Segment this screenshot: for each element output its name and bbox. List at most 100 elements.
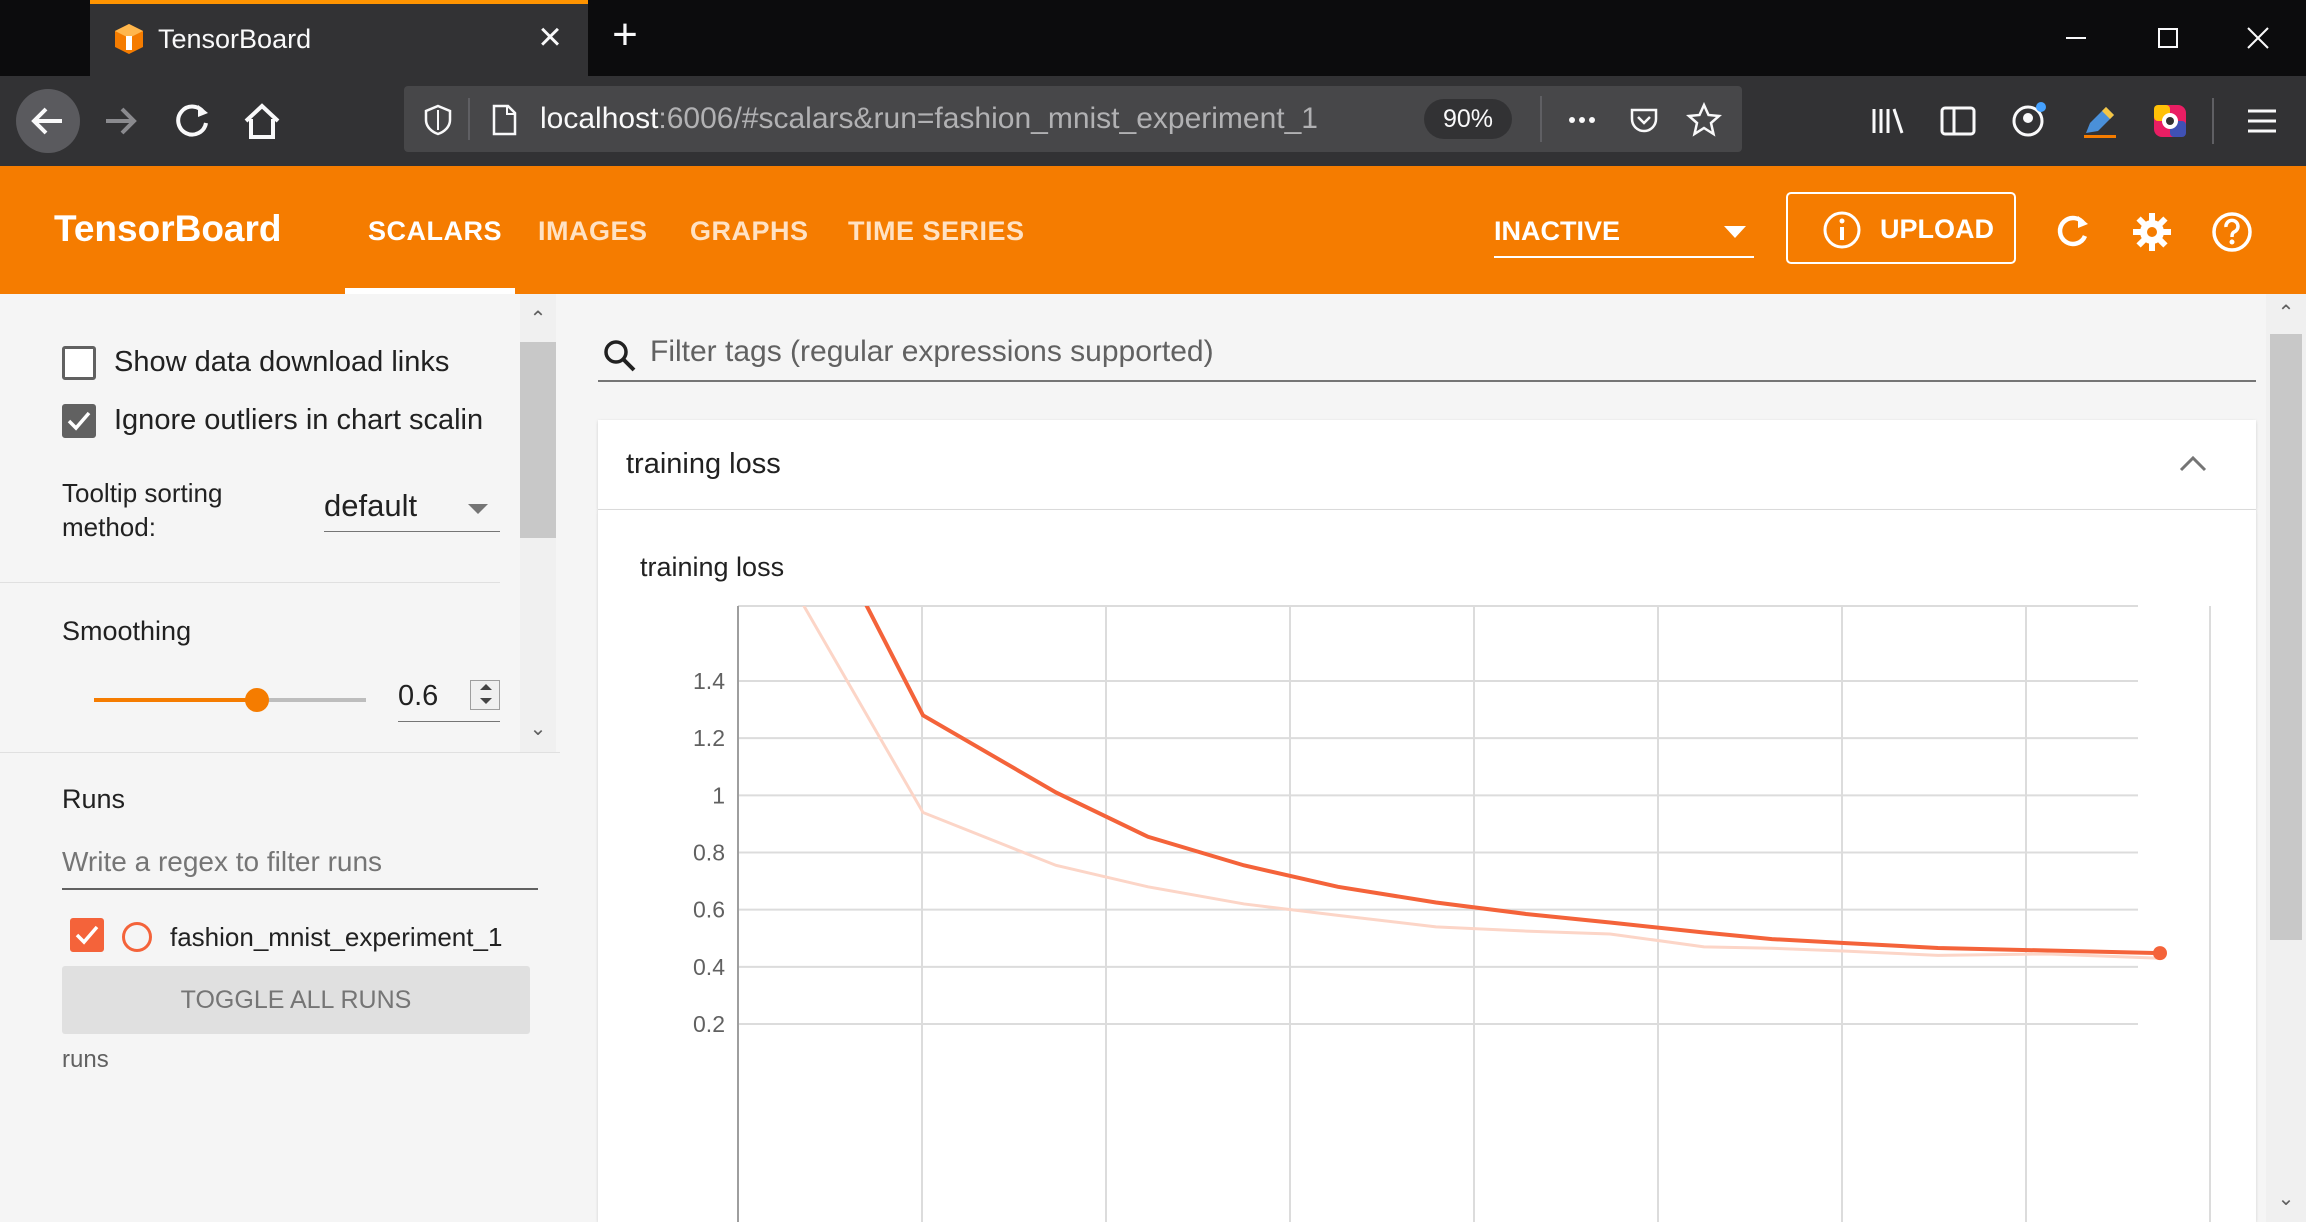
y-tick-label: 0.6 [693, 897, 725, 923]
smoothing-slider-knob[interactable] [245, 688, 270, 712]
url-bar[interactable]: localhost:6006/#scalars&run=fashion_mnis… [404, 86, 1742, 152]
runs-divider [0, 752, 560, 753]
toggle-all-runs-label: TOGGLE ALL RUNS [180, 986, 412, 1014]
series-line-raw [802, 606, 2161, 960]
window-maximize-icon[interactable] [2148, 18, 2188, 58]
show-download-links-label[interactable]: Show data download links [114, 346, 449, 379]
search-icon [604, 340, 636, 372]
main-content: training loss training loss 0.20.40.60.8… [560, 294, 2306, 1222]
reload-icon[interactable] [164, 93, 220, 149]
main-scroll-up-icon[interactable]: ⌃ [2276, 303, 2296, 323]
zoom-level-badge[interactable]: 90% [1424, 99, 1512, 139]
page-icon[interactable] [486, 102, 522, 138]
dropdown-arrow-icon [468, 504, 488, 514]
settings-gear-icon[interactable] [2130, 210, 2174, 254]
url-text[interactable]: localhost:6006/#scalars&run=fashion_mnis… [540, 102, 1318, 136]
ignore-outliers-label[interactable]: Ignore outliers in chart scalin [114, 404, 483, 437]
chevron-down-icon [1724, 226, 1746, 238]
color-picker-extension-icon[interactable] [2142, 93, 2198, 149]
smoothing-slider-fill [94, 698, 258, 702]
toggle-all-runs-button[interactable]: TOGGLE ALL RUNS [62, 966, 530, 1034]
edit-extension-icon[interactable] [2072, 93, 2128, 149]
chevron-up-icon[interactable] [2178, 452, 2208, 474]
sidebar-toggle-icon[interactable] [1930, 93, 1986, 149]
browser-titlebar: TensorBoard × + [0, 0, 2306, 76]
tensorboard-favicon-icon [115, 24, 143, 54]
info-icon [1823, 211, 1861, 249]
library-icon[interactable] [1860, 93, 1916, 149]
upload-button[interactable]: UPLOAD [1786, 192, 2016, 264]
arrow-left-icon [31, 107, 62, 135]
chart-card: training loss 0.2 0.4 0.6 0.8 1 1.2 1.4 [598, 510, 2256, 1222]
run-color-circle-icon[interactable] [122, 922, 152, 952]
bookmark-star-icon[interactable] [1686, 102, 1722, 138]
y-tick-label: 1.4 [693, 668, 725, 694]
browser-navbar: localhost:6006/#scalars&run=fashion_mnis… [0, 76, 2306, 166]
sidebar-scrollbar[interactable]: ⌃ ⌄ [520, 294, 556, 752]
main-scroll-down-icon[interactable]: ⌄ [2276, 1189, 2296, 1209]
pocket-icon[interactable] [1626, 102, 1662, 138]
tensorboard-brand[interactable]: TensorBoard [54, 208, 282, 250]
url-divider [468, 98, 470, 140]
scroll-down-arrow-icon[interactable]: ⌄ [528, 719, 548, 739]
smoothing-value-input[interactable]: 0.6 [398, 674, 500, 722]
main-scroll-thumb[interactable] [2270, 334, 2302, 940]
settings-divider [0, 582, 500, 583]
tab-scalars[interactable]: SCALARS [368, 216, 502, 247]
run-name[interactable]: fashion_mnist_experiment_1 [170, 922, 502, 953]
sidebar: Show data download links Ignore outliers… [0, 294, 560, 1222]
main-scrollbar[interactable]: ⌃ ⌄ [2266, 294, 2306, 1222]
runs-regex-input[interactable] [62, 840, 538, 884]
home-icon[interactable] [234, 93, 290, 149]
runs-regex-filter[interactable] [62, 840, 538, 890]
sidebar-scroll-thumb[interactable] [520, 342, 556, 538]
category-header[interactable]: training loss [598, 420, 2256, 510]
account-icon[interactable] [2000, 93, 2056, 149]
more-actions-icon[interactable] [1564, 102, 1600, 138]
show-download-links-checkbox[interactable] [62, 346, 96, 380]
url-host: localhost [540, 102, 659, 135]
back-button[interactable] [16, 89, 80, 153]
tab-close-icon[interactable]: × [534, 17, 566, 57]
tooltip-sorting-label-line1: Tooltip sorting [62, 478, 223, 508]
url-separator [1540, 96, 1542, 142]
y-tick-label: 1.2 [693, 725, 725, 751]
hamburger-menu-icon[interactable] [2234, 93, 2290, 149]
inactive-plugins-dropdown[interactable]: INACTIVE [1494, 206, 1754, 258]
smoothing-slider[interactable] [94, 688, 366, 712]
scroll-up-arrow-icon[interactable]: ⌃ [528, 309, 548, 329]
series-last-point-marker [2153, 946, 2167, 961]
help-icon[interactable] [2210, 210, 2254, 254]
tooltip-sorting-value: default [324, 488, 418, 523]
browser-tab[interactable]: TensorBoard × [90, 0, 588, 76]
tag-filter-input[interactable] [648, 330, 2228, 374]
window-close-icon[interactable] [2238, 18, 2278, 58]
ignore-outliers-checkbox[interactable] [62, 404, 96, 438]
checkmark-icon [67, 411, 91, 431]
tab-title: TensorBoard [158, 24, 312, 54]
tag-filter-bar[interactable] [598, 326, 2256, 382]
category-title: training loss [626, 448, 781, 480]
toolbar-separator [2212, 98, 2214, 144]
runs-label: Runs [62, 784, 126, 814]
inactive-dropdown-label: INACTIVE [1494, 216, 1621, 246]
shield-icon[interactable] [420, 102, 456, 138]
smoothing-spinner-icon[interactable] [470, 680, 500, 710]
y-tick-label: 1 [712, 782, 725, 808]
tab-graphs[interactable]: GRAPHS [690, 216, 809, 247]
tab-images[interactable]: IMAGES [538, 216, 648, 247]
training-loss-chart[interactable]: 0.2 0.4 0.6 0.8 1 1.2 1.4 [598, 510, 2256, 1222]
tensorboard-header: TensorBoard SCALARS IMAGES GRAPHS TIME S… [0, 166, 2306, 294]
refresh-icon[interactable] [2050, 210, 2094, 254]
checkmark-icon [75, 925, 99, 945]
new-tab-plus-icon[interactable]: + [605, 13, 645, 57]
url-path: :6006/#scalars&run=fashion_mnist_experim… [658, 102, 1318, 135]
runs-directory-label: runs [62, 1046, 109, 1073]
upload-label: UPLOAD [1880, 214, 1994, 244]
tab-time-series[interactable]: TIME SERIES [848, 216, 1025, 247]
smoothing-label: Smoothing [62, 616, 192, 646]
forward-button[interactable] [92, 93, 148, 149]
tooltip-sorting-dropdown[interactable]: default [324, 486, 500, 532]
run-checkbox[interactable] [70, 918, 104, 952]
window-minimize-icon[interactable] [2056, 18, 2096, 58]
